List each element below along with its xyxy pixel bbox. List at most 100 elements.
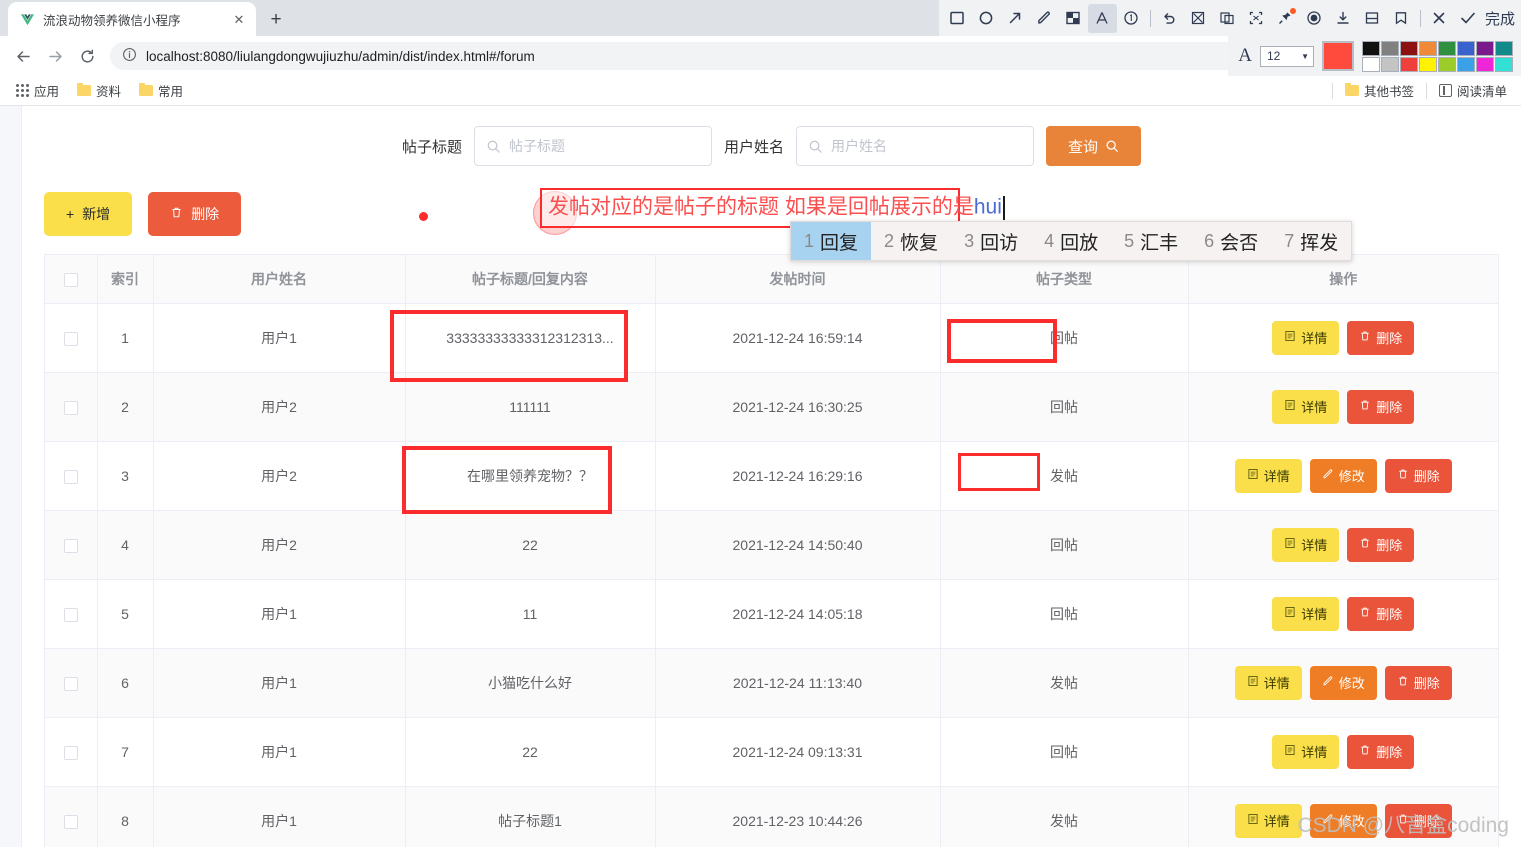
pen-tool-icon[interactable] xyxy=(1030,4,1059,33)
confirm-tool-icon[interactable] xyxy=(1454,4,1483,33)
cell-time: 2021-12-24 14:50:40 xyxy=(655,510,941,580)
ime-candidate-3[interactable]: 3 回访 xyxy=(951,222,1031,260)
forum-management-view: 帖子标题 帖子标题 用户姓名 用户姓名 查询 + 新增 删除 索引 用户姓名 帖… xyxy=(22,106,1521,847)
bookmark-apps[interactable]: 应用 xyxy=(10,79,65,102)
undo-tool-icon[interactable] xyxy=(1155,4,1184,33)
mosaic-tool-icon[interactable] xyxy=(1059,4,1088,33)
table-row[interactable]: 3 用户2 在哪里领养宠物？？ 2021-12-24 16:29:16 发帖 详情 修改 删除 xyxy=(45,441,1498,511)
op-delete-button[interactable]: 删除 xyxy=(1347,527,1415,562)
serial-number-tool-icon[interactable] xyxy=(1117,4,1146,33)
pagination-peek[interactable] xyxy=(22,833,1521,847)
rectangle-tool-icon[interactable] xyxy=(943,4,972,33)
text-tool-icon[interactable] xyxy=(1087,3,1117,33)
table-row[interactable]: 4 用户2 22 2021-12-24 14:50:40 回帖 详情 删除 xyxy=(45,510,1498,580)
add-button[interactable]: + 新增 xyxy=(44,192,133,236)
palette-swatch xyxy=(1476,56,1494,72)
download-tool-icon[interactable] xyxy=(1329,4,1358,33)
ocr-tool-icon[interactable] xyxy=(1213,4,1242,33)
user-name-search-input[interactable]: 用户姓名 xyxy=(796,126,1034,166)
row-checkbox[interactable] xyxy=(63,814,78,829)
row-select-cell[interactable] xyxy=(45,303,98,373)
ime-candidate-bar[interactable]: 1 回复 2 恢复 3 回访 4 回放 5 汇丰 6 会否 7 挥发 xyxy=(790,221,1353,261)
op-delete-button[interactable]: 删除 xyxy=(1347,596,1415,631)
font-size-select[interactable]: 12 ▼ xyxy=(1260,45,1314,67)
op-detail-button[interactable]: 详情 xyxy=(1272,527,1340,562)
row-checkbox[interactable] xyxy=(63,538,78,553)
capture-done-label[interactable]: 完成 xyxy=(1483,8,1517,29)
ime-candidate-2[interactable]: 2 恢复 xyxy=(871,222,951,260)
row-checkbox[interactable] xyxy=(63,469,78,484)
ime-candidate-7[interactable]: 7 挥发 xyxy=(1271,222,1351,260)
table-row[interactable]: 1 用户1 33333333333312312313... 2021-12-24 16… xyxy=(45,303,1498,373)
capture-toolbar: 完成 xyxy=(938,0,1521,36)
table-row[interactable]: 5 用户1 11 2021-12-24 14:05:18 回帖 详情 删除 xyxy=(45,579,1498,649)
op-detail-button[interactable]: 详情 xyxy=(1234,458,1302,493)
row-checkbox[interactable] xyxy=(63,607,78,622)
op-delete-button[interactable]: 删除 xyxy=(1347,734,1415,769)
ime-candidate-5[interactable]: 5 汇丰 xyxy=(1111,222,1191,260)
back-icon[interactable] xyxy=(8,41,38,71)
crop-tool-icon[interactable] xyxy=(1184,4,1213,33)
ime-candidate-4[interactable]: 4 回放 xyxy=(1031,222,1111,260)
reading-list-button[interactable]: 阅读清单 xyxy=(1433,79,1513,102)
search-button[interactable]: 查询 xyxy=(1046,126,1142,166)
pin-tool-icon[interactable] xyxy=(1271,4,1300,33)
other-bookmarks-label: 其他书签 xyxy=(1363,85,1414,99)
op-edit-button[interactable]: 修改 xyxy=(1309,665,1377,700)
op-edit-button[interactable]: 修改 xyxy=(1309,458,1377,493)
op-delete-button[interactable]: 删除 xyxy=(1384,458,1452,493)
ime-candidate-6[interactable]: 6 会否 xyxy=(1191,222,1271,260)
op-delete-button[interactable]: 删除 xyxy=(1347,320,1415,355)
row-select-cell[interactable] xyxy=(45,510,98,580)
new-tab-button[interactable]: + xyxy=(262,5,290,33)
op-detail-button[interactable]: 详情 xyxy=(1234,665,1302,700)
ime-candidate-1[interactable]: 1 回复 xyxy=(791,222,872,260)
close-icon[interactable]: ✕ xyxy=(230,10,248,28)
current-color-swatch[interactable] xyxy=(1322,41,1354,71)
bookmark-changyong[interactable]: 常用 xyxy=(133,79,189,102)
forward-icon[interactable] xyxy=(40,41,70,71)
op-detail-button[interactable]: 详情 xyxy=(1272,596,1340,631)
row-checkbox[interactable] xyxy=(63,400,78,415)
op-detail-button[interactable]: 详情 xyxy=(1272,389,1340,424)
table-row[interactable]: 2 用户2 111111 2021-12-24 16:30:25 回帖 详情 删除 xyxy=(45,372,1498,442)
save-tool-icon[interactable] xyxy=(1358,4,1387,33)
row-select-cell[interactable] xyxy=(45,441,98,511)
post-title-search-input[interactable]: 帖子标题 xyxy=(473,126,712,166)
row-checkbox[interactable] xyxy=(63,676,78,691)
table-row[interactable]: 7 用户1 22 2021-12-24 09:13:31 回帖 详情 删除 xyxy=(45,717,1498,787)
op-detail-button[interactable]: 详情 xyxy=(1272,320,1340,355)
row-select-cell[interactable] xyxy=(45,372,98,442)
address-bar[interactable]: localhost:8080/liulangdongwujiuzhu/admin… xyxy=(110,42,1347,70)
select-all-header[interactable] xyxy=(45,255,98,304)
row-select-cell[interactable] xyxy=(45,579,98,649)
select-all-checkbox[interactable] xyxy=(63,272,78,287)
ellipse-tool-icon[interactable] xyxy=(972,4,1001,33)
op-delete-button[interactable]: 删除 xyxy=(1347,389,1415,424)
bookmark-ziliao[interactable]: 资料 xyxy=(71,79,127,102)
browser-tab[interactable]: 流浪动物领养微信小程序 ✕ xyxy=(8,2,256,36)
op-detail-button[interactable]: 详情 xyxy=(1272,734,1340,769)
row-select-cell[interactable] xyxy=(45,717,98,787)
arrow-tool-icon[interactable] xyxy=(1001,4,1030,33)
op-delete-button[interactable]: 删除 xyxy=(1384,665,1452,700)
user-name-filter-label: 用户姓名 xyxy=(723,138,784,156)
op-button-label: 详情 xyxy=(1263,814,1290,829)
site-info-icon[interactable] xyxy=(122,47,137,65)
bookmark-tool-icon[interactable] xyxy=(1387,4,1416,33)
palette-swatch xyxy=(1381,56,1399,72)
row-select-cell[interactable] xyxy=(45,648,98,718)
op-button-label: 删除 xyxy=(1413,469,1440,484)
color-palette[interactable] xyxy=(1362,40,1513,72)
record-tool-icon[interactable] xyxy=(1300,4,1329,33)
row-checkbox[interactable] xyxy=(63,745,78,760)
delete-button[interactable]: 删除 xyxy=(148,192,242,236)
other-bookmarks-button[interactable]: 其他书签 xyxy=(1339,79,1420,102)
row-checkbox[interactable] xyxy=(63,331,78,346)
palette-swatch xyxy=(1476,40,1494,56)
table-row[interactable]: 6 用户1 小猫吃什么好 2021-12-24 11:13:40 发帖 详情 修改 删除 xyxy=(45,648,1498,718)
recognize-tool-icon[interactable] xyxy=(1242,4,1271,33)
header-username: 用户姓名 xyxy=(153,255,406,304)
cancel-tool-icon[interactable] xyxy=(1425,4,1454,33)
reload-icon[interactable] xyxy=(72,41,102,71)
